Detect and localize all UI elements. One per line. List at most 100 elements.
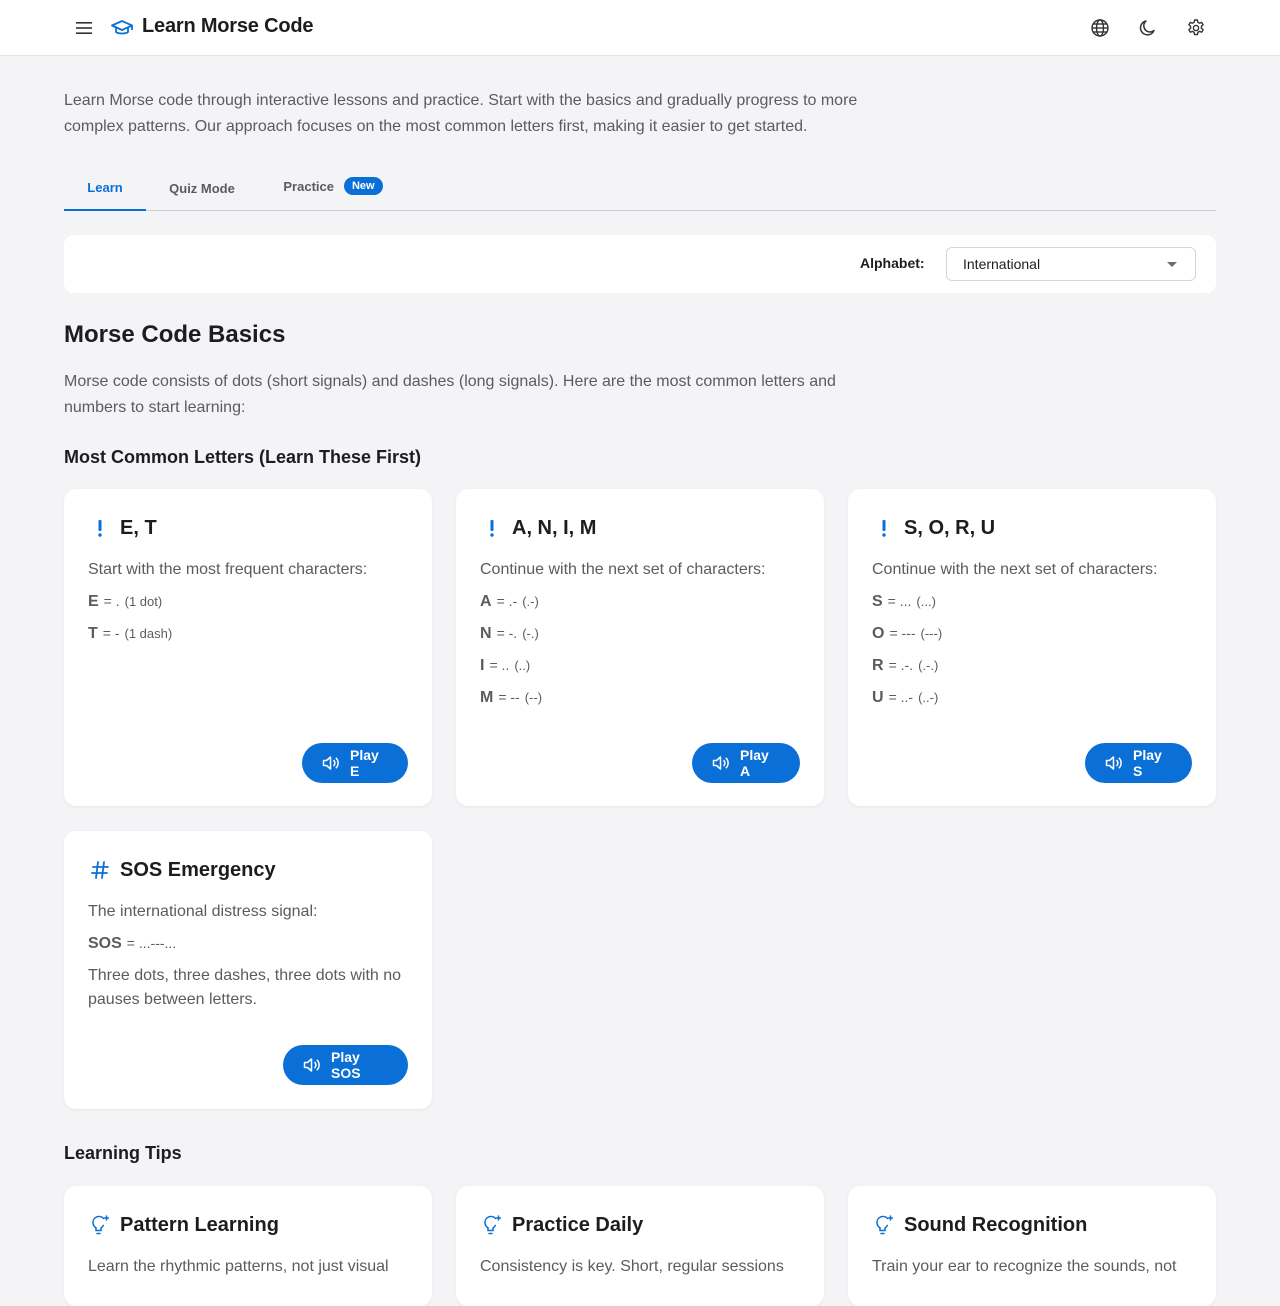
code-value: = .: [103, 593, 120, 609]
tab-bar: Learn Quiz Mode Practice New: [64, 166, 1216, 211]
code-note: (...): [916, 594, 936, 609]
top-app-bar: Learn Morse Code: [0, 0, 1280, 56]
tip-description: Consistency is key. Short, regular sessi…: [480, 1258, 784, 1275]
speaker-icon: [712, 754, 730, 772]
code-row: R = .-. (.-.): [872, 657, 1192, 689]
learning-tips-heading: Learning Tips: [64, 1143, 182, 1163]
play-s-button[interactable]: Play S: [1085, 743, 1192, 783]
code-char: S: [872, 593, 883, 610]
code-char: E: [88, 593, 99, 610]
code-value: = .-.: [888, 657, 914, 673]
code-value: = ..-: [888, 689, 914, 705]
play-sos-button[interactable]: Play SOS: [283, 1045, 408, 1085]
code-note: (1 dash): [124, 626, 173, 641]
intro-text: Learn Morse code through interactive les…: [64, 92, 858, 135]
play-e-button[interactable]: Play E: [302, 743, 408, 783]
code-note: (.-): [522, 594, 539, 609]
tab-practice[interactable]: Practice New: [270, 166, 396, 206]
basics-description: Morse code consists of dots (short signa…: [64, 373, 836, 416]
code-value: = -.: [496, 625, 518, 641]
tip-description: Train your ear to recognize the sounds, …: [872, 1258, 1177, 1275]
tip-description: Learn the rhythmic patterns, not just vi…: [88, 1258, 389, 1275]
card-title: S, O, R, U: [904, 516, 996, 539]
lesson-card-a-n-i-m: A, N, I, M Continue with the next set of…: [456, 489, 824, 806]
card-title: E, T: [120, 516, 157, 539]
exclamation-icon: [872, 516, 896, 540]
globe-icon[interactable]: [1084, 12, 1116, 44]
tab-learn[interactable]: Learn: [64, 166, 146, 211]
code-list: E = . (1 dot) T = - (1 dash): [88, 593, 408, 657]
play-button-label: Play A: [740, 747, 769, 779]
speaker-icon: [303, 1056, 321, 1074]
card-description: The international distress signal:: [88, 903, 318, 920]
code-value: = --: [498, 689, 520, 705]
code-char: SOS: [88, 935, 122, 952]
code-row: U = ..- (..-): [872, 689, 1192, 721]
menu-icon[interactable]: [68, 12, 100, 44]
code-row: O = --- (---): [872, 625, 1192, 657]
alphabet-label: Alphabet:: [860, 255, 925, 271]
speaker-icon: [322, 754, 340, 772]
lightbulb-icon: [872, 1213, 896, 1237]
gear-icon[interactable]: [1180, 12, 1212, 44]
code-char: U: [872, 689, 884, 706]
code-note: (..-): [918, 690, 939, 705]
code-note: (1 dot): [124, 594, 163, 609]
tab-quiz-mode[interactable]: Quiz Mode: [160, 166, 244, 210]
code-value: = ...---...: [126, 935, 177, 951]
code-row: T = - (1 dash): [88, 625, 408, 657]
tip-title: Sound Recognition: [904, 1213, 1088, 1236]
tip-card-pattern-learning: Pattern Learning Learn the rhythmic patt…: [64, 1186, 432, 1306]
code-note: (-.): [522, 626, 539, 641]
play-a-button[interactable]: Play A: [692, 743, 800, 783]
card-title: SOS Emergency: [120, 858, 276, 881]
tip-card-practice-daily: Practice Daily Consistency is key. Short…: [456, 1186, 824, 1306]
code-row: A = .- (.-): [480, 593, 800, 625]
code-row: N = -. (-.): [480, 625, 800, 657]
code-row: M = -- (--): [480, 689, 800, 721]
graduation-cap-icon: [110, 16, 134, 40]
code-char: A: [480, 593, 492, 610]
code-list: SOS = ...---...: [88, 935, 408, 967]
app-title: Learn Morse Code: [142, 15, 314, 37]
tab-label: Practice: [283, 178, 334, 194]
sos-note: Three dots, three dashes, three dots wit…: [88, 967, 402, 1008]
code-value: = -: [102, 625, 120, 641]
code-list: A = .- (.-) N = -. (-.) I = .. (..) M = -- (--): [480, 593, 800, 721]
code-row: SOS = ...---...: [88, 935, 408, 967]
code-note: (---): [920, 626, 943, 641]
code-value: = .-: [496, 593, 518, 609]
tip-card-sound-recognition: Sound Recognition Train your ear to reco…: [848, 1186, 1216, 1306]
card-description: Continue with the next set of characters…: [872, 561, 1158, 578]
code-list: S = ... (...) O = --- (---) R = .-. (.-.) U = .…: [872, 593, 1192, 721]
card-description: Continue with the next set of characters…: [480, 561, 766, 578]
code-row: E = . (1 dot): [88, 593, 408, 625]
play-button-label: Play E: [350, 747, 379, 779]
new-badge: New: [343, 177, 383, 195]
code-row: S = ... (...): [872, 593, 1192, 625]
tip-title: Practice Daily: [512, 1213, 644, 1236]
common-letters-heading: Most Common Letters (Learn These First): [64, 447, 422, 467]
card-description: Start with the most frequent characters:: [88, 561, 368, 578]
code-value: = ---: [889, 625, 916, 641]
speaker-icon: [1105, 754, 1123, 772]
code-char: M: [480, 689, 494, 706]
code-char: T: [88, 625, 98, 642]
code-note: (.-.): [918, 658, 939, 673]
exclamation-icon: [88, 516, 112, 540]
code-char: O: [872, 625, 885, 642]
exclamation-icon: [480, 516, 504, 540]
alphabet-select[interactable]: International: [946, 247, 1196, 281]
moon-icon[interactable]: [1132, 12, 1164, 44]
code-char: N: [480, 625, 492, 642]
alphabet-filter-card: Alphabet: International: [64, 235, 1216, 293]
code-value: = ..: [489, 657, 510, 673]
lesson-card-sos: SOS Emergency The international distress…: [64, 831, 432, 1109]
tab-label: Learn: [87, 180, 123, 195]
tab-label: Quiz Mode: [169, 180, 235, 196]
card-title: A, N, I, M: [512, 516, 597, 539]
code-char: I: [480, 657, 485, 674]
section-title-basics: Morse Code Basics: [64, 321, 286, 348]
chevron-down-icon: [1167, 262, 1177, 267]
lightbulb-icon: [480, 1213, 504, 1237]
